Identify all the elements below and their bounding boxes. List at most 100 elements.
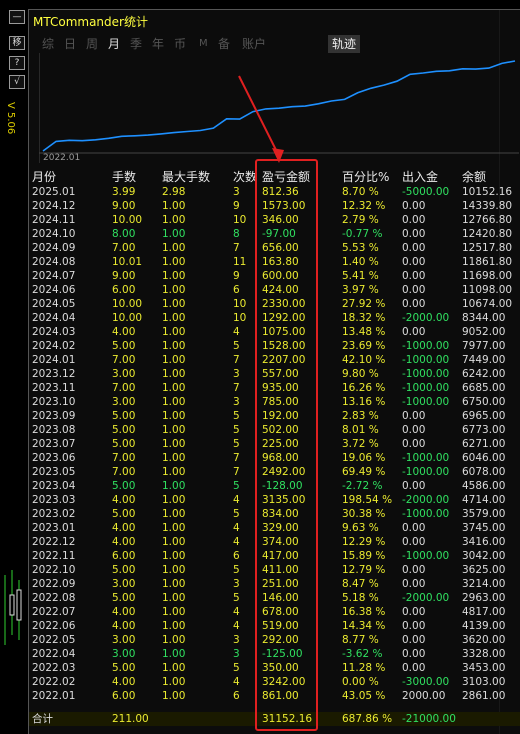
header-max-lots[interactable]: 最大手数: [162, 170, 210, 184]
cell-count: 6: [233, 550, 240, 562]
cell-month: 2022.10: [32, 564, 76, 576]
cell-count: 9: [233, 270, 240, 282]
cell-count: 3: [233, 186, 240, 198]
total-cashflow: -21000.00: [402, 713, 456, 725]
cell-pct: 0.00 %: [342, 676, 379, 688]
header-balance[interactable]: 余额: [462, 170, 486, 184]
tab-year[interactable]: 年: [152, 35, 164, 53]
tab-quarter[interactable]: 季: [130, 35, 142, 53]
confirm-button[interactable]: √: [9, 75, 25, 89]
cell-flow: -1000.00: [402, 382, 450, 394]
cell-max: 1.00: [162, 312, 186, 324]
cell-month: 2024.10: [32, 228, 76, 240]
header-percent[interactable]: 百分比%: [342, 170, 389, 184]
cell-flow: -3000.00: [402, 676, 450, 688]
cell-flow: 0.00: [402, 256, 426, 268]
cell-count: 3: [233, 634, 240, 646]
cell-pct: 1.40 %: [342, 256, 379, 268]
tab-currency[interactable]: 币: [174, 35, 186, 53]
cell-lots: 3.99: [112, 186, 136, 198]
help-button[interactable]: ?: [9, 56, 25, 70]
cell-count: 9: [233, 200, 240, 212]
cell-month: 2024.07: [32, 270, 76, 282]
header-count[interactable]: 次数: [233, 170, 257, 184]
cell-pct: 18.32 %: [342, 312, 386, 324]
tab-m[interactable]: M: [199, 35, 208, 53]
cell-pct: 16.38 %: [342, 606, 386, 618]
cell-bal: 6242.00: [462, 368, 506, 380]
cell-max: 1.00: [162, 340, 186, 352]
cell-flow: 0.00: [402, 634, 426, 646]
cell-month: 2023.08: [32, 424, 76, 436]
cell-lots: 9.00: [112, 270, 136, 282]
cell-flow: 0.00: [402, 200, 426, 212]
cell-max: 1.00: [162, 522, 186, 534]
cell-flow: -1000.00: [402, 340, 450, 352]
cell-max: 1.00: [162, 256, 186, 268]
cell-count: 5: [233, 592, 240, 604]
header-cashflow[interactable]: 出入金: [402, 170, 438, 184]
cell-pct: 43.05 %: [342, 690, 386, 702]
cell-count: 6: [233, 284, 240, 296]
cell-flow: 0.00: [402, 438, 426, 450]
cell-bal: 11098.00: [462, 284, 513, 296]
header-lots[interactable]: 手数: [112, 170, 136, 184]
cell-pct: 12.29 %: [342, 536, 386, 548]
cell-month: 2023.12: [32, 368, 76, 380]
cell-max: 1.00: [162, 354, 186, 366]
cell-bal: 2861.00: [462, 690, 506, 702]
cell-bal: 6046.00: [462, 452, 506, 464]
cell-count: 4: [233, 676, 240, 688]
cell-lots: 5.00: [112, 480, 136, 492]
cell-lots: 6.00: [112, 690, 136, 702]
cell-pct: 3.97 %: [342, 284, 379, 296]
cell-month: 2023.02: [32, 508, 76, 520]
cell-flow: 0.00: [402, 284, 426, 296]
cell-lots: 6.00: [112, 284, 136, 296]
tab-summary[interactable]: 综: [42, 35, 54, 53]
cell-lots: 3.00: [112, 396, 136, 408]
cell-flow: 0.00: [402, 648, 426, 660]
tab-trajectory[interactable]: 轨迹: [328, 35, 361, 53]
cell-bal: 3214.00: [462, 578, 506, 590]
cell-bal: 4714.00: [462, 494, 506, 506]
cell-max: 1.00: [162, 382, 186, 394]
cell-pct: 15.89 %: [342, 550, 386, 562]
cell-lots: 7.00: [112, 382, 136, 394]
header-month[interactable]: 月份: [32, 170, 56, 184]
cell-max: 1.00: [162, 368, 186, 380]
cell-bal: 4586.00: [462, 480, 506, 492]
cell-count: 5: [233, 424, 240, 436]
cell-count: 11: [233, 256, 247, 268]
cell-bal: 3042.00: [462, 550, 506, 562]
cell-lots: 5.00: [112, 410, 136, 422]
tab-day[interactable]: 日: [64, 35, 76, 53]
candlestick-icon: [4, 570, 22, 645]
cell-pct: 5.53 %: [342, 242, 379, 254]
tab-note[interactable]: 备: [218, 35, 230, 53]
cell-pct: 27.92 %: [342, 298, 386, 310]
move-button[interactable]: 移: [9, 36, 25, 50]
cell-month: 2022.12: [32, 536, 76, 548]
tab-week[interactable]: 周: [86, 35, 98, 53]
cell-flow: 0.00: [402, 326, 426, 338]
cell-lots: 3.00: [112, 634, 136, 646]
cell-bal: 4139.00: [462, 620, 506, 632]
cell-pct: 19.06 %: [342, 452, 386, 464]
tab-month[interactable]: 月: [108, 35, 120, 53]
cell-pct: -2.72 %: [342, 480, 383, 492]
tab-account[interactable]: 账户: [242, 35, 266, 53]
cell-count: 7: [233, 382, 240, 394]
cell-bal: 6078.00: [462, 466, 506, 478]
cell-month: 2023.05: [32, 466, 76, 478]
cell-count: 4: [233, 326, 240, 338]
cell-lots: 7.00: [112, 242, 136, 254]
minimize-button[interactable]: —: [9, 10, 25, 24]
cell-bal: 3620.00: [462, 634, 506, 646]
cell-pct: 23.69 %: [342, 340, 386, 352]
cell-lots: 4.00: [112, 536, 136, 548]
cell-pct: 198.54 %: [342, 494, 393, 506]
cell-count: 4: [233, 620, 240, 632]
cell-lots: 3.00: [112, 578, 136, 590]
cell-flow: 0.00: [402, 242, 426, 254]
